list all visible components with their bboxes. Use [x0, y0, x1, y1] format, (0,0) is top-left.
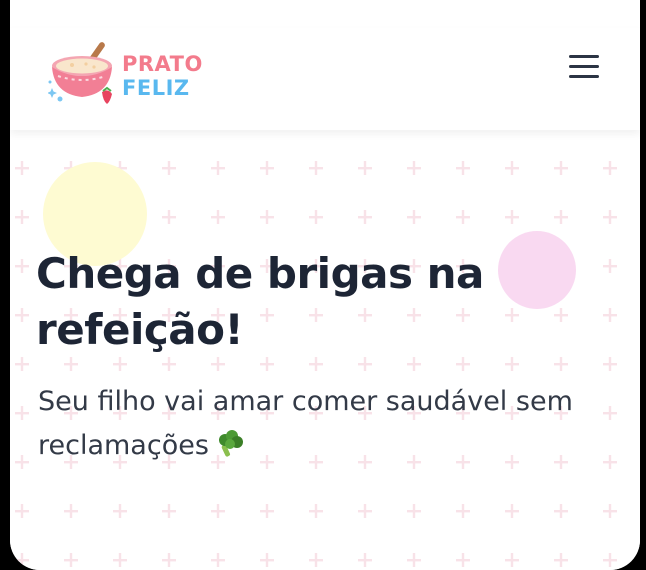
plus-mark [309, 161, 323, 175]
brand-wordmark: PRATO FELIZ [122, 52, 203, 100]
plus-mark [456, 210, 470, 224]
plus-mark [64, 553, 78, 567]
plus-mark [505, 357, 519, 371]
plus-mark [260, 553, 274, 567]
plus-mark [162, 357, 176, 371]
plus-mark [162, 553, 176, 567]
plus-mark [358, 210, 372, 224]
brand-line-2: FELIZ [122, 76, 190, 100]
plus-mark [211, 161, 225, 175]
plus-mark [15, 259, 29, 273]
plus-mark [407, 161, 421, 175]
plus-mark [603, 455, 617, 469]
hero-subtitle: Seu filho vai amar comer saudável sem re… [38, 380, 598, 472]
porridge-bowl-icon [48, 42, 112, 104]
phone-screen: PRATO FELIZ Chega de brigas na refeição!… [10, 0, 640, 570]
plus-mark [358, 553, 372, 567]
plus-mark [211, 553, 225, 567]
plus-mark [554, 357, 568, 371]
plus-mark [15, 308, 29, 322]
status-area [10, 0, 640, 29]
plus-mark [554, 161, 568, 175]
plus-mark [407, 210, 421, 224]
plus-mark [603, 308, 617, 322]
plus-mark [211, 504, 225, 518]
menu-button[interactable] [564, 46, 604, 86]
plus-mark [162, 504, 176, 518]
plus-mark [162, 210, 176, 224]
plus-mark [15, 553, 29, 567]
plus-mark [603, 259, 617, 273]
plus-mark [407, 553, 421, 567]
plus-mark [603, 161, 617, 175]
plus-mark [505, 553, 519, 567]
plus-mark [64, 504, 78, 518]
plus-mark [15, 357, 29, 371]
plus-mark [456, 504, 470, 518]
plus-mark [113, 553, 127, 567]
plus-mark [603, 553, 617, 567]
plus-mark [505, 161, 519, 175]
plus-mark [456, 553, 470, 567]
plus-mark [64, 357, 78, 371]
plus-mark [603, 504, 617, 518]
plus-mark [15, 455, 29, 469]
site-header: PRATO FELIZ [10, 28, 640, 130]
plus-mark [15, 406, 29, 420]
plus-mark [358, 357, 372, 371]
plus-mark [15, 210, 29, 224]
plus-mark [554, 553, 568, 567]
plus-mark [113, 357, 127, 371]
brand-line-1: PRATO [122, 52, 203, 76]
plus-mark [407, 504, 421, 518]
hero-headline: Chega de brigas na refeição! [36, 249, 484, 354]
plus-mark [456, 161, 470, 175]
plus-mark [211, 210, 225, 224]
plus-mark [358, 161, 372, 175]
plus-mark [603, 210, 617, 224]
plus-mark [309, 210, 323, 224]
plus-mark [211, 357, 225, 371]
plus-mark [407, 357, 421, 371]
plus-mark [456, 357, 470, 371]
plus-mark [603, 357, 617, 371]
plus-mark [15, 504, 29, 518]
plus-mark [260, 357, 274, 371]
hero-section: Chega de brigas na refeição! Seu filho v… [10, 130, 640, 570]
plus-mark [260, 210, 274, 224]
plus-mark [505, 210, 519, 224]
plus-mark [260, 504, 274, 518]
plus-mark [505, 504, 519, 518]
broccoli-icon [215, 428, 245, 472]
hamburger-menu-icon [569, 54, 599, 58]
plus-mark [554, 504, 568, 518]
plus-mark [309, 357, 323, 371]
plus-mark [309, 553, 323, 567]
plus-mark [554, 210, 568, 224]
brand-logo[interactable]: PRATO FELIZ [48, 36, 218, 108]
plus-mark [162, 161, 176, 175]
plus-mark [358, 504, 372, 518]
plus-mark [15, 161, 29, 175]
plus-mark [309, 504, 323, 518]
plus-mark [260, 161, 274, 175]
plus-mark [113, 504, 127, 518]
plus-mark [603, 406, 617, 420]
hero-subtitle-text: Seu filho vai amar comer saudável sem re… [38, 386, 573, 461]
